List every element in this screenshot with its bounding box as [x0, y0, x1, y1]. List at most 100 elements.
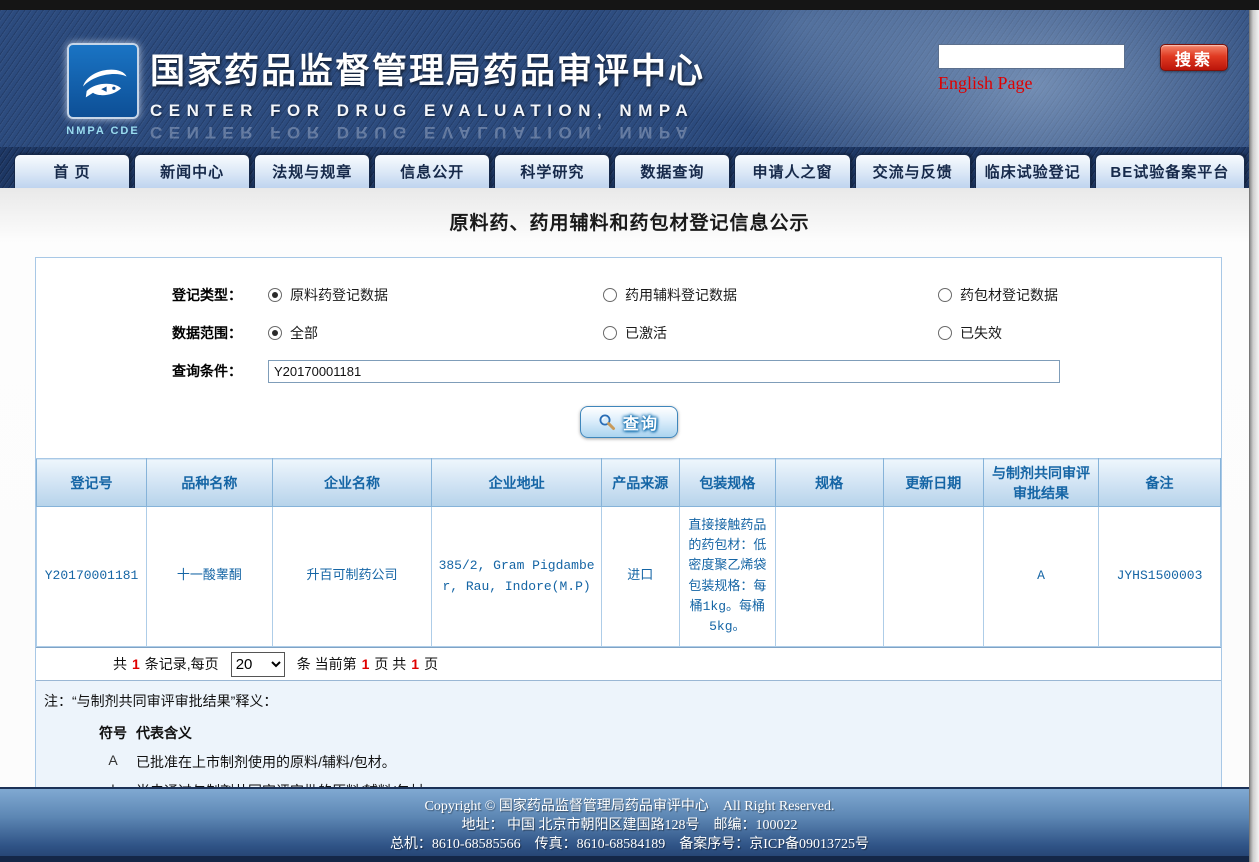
footer-address: 地址： 中国 北京市朝阳区建国路128号 邮编：100022	[0, 816, 1259, 835]
current-page: 1	[362, 656, 370, 672]
nav-tab-be-platform[interactable]: BE试验备案平台	[1095, 154, 1245, 188]
site-header: NMPA CDE 国家药品监督管理局药品审评中心 CENTER FOR DRUG…	[0, 10, 1259, 147]
fish-swoosh-icon	[74, 52, 132, 110]
header-search-button[interactable]: 搜索	[1160, 44, 1228, 71]
pagination-text: 条 当前第	[297, 654, 357, 674]
pagination-text: 页 共	[374, 654, 406, 674]
pagination-bar: 共 1 条记录,每页 20 条 当前第 1 页 共 1 页	[36, 647, 1221, 681]
col-product-name: 品种名称	[147, 459, 273, 507]
col-joint-review-result: 与制剂共同审评审批结果	[984, 459, 1099, 507]
radio-scope-activated[interactable]: 已激活	[603, 323, 938, 343]
nav-tab-applicant-window[interactable]: 申请人之窗	[734, 154, 850, 188]
col-spec: 规格	[775, 459, 883, 507]
radio-label: 已激活	[625, 323, 667, 343]
magnifier-icon	[598, 413, 616, 431]
col-registration-no: 登记号	[37, 459, 147, 507]
page: NMPA CDE 国家药品监督管理局药品审评中心 CENTER FOR DRUG…	[0, 0, 1259, 862]
pagination-text: 条记录,每页	[145, 654, 219, 674]
col-remark: 备注	[1098, 459, 1220, 507]
cell-product-source: 进口	[601, 507, 679, 647]
radio-icon[interactable]	[938, 326, 952, 340]
site-subtitle-reflection: CENTER FOR DRUG EVALUATION, NMPA	[150, 122, 790, 142]
content-area: 原料药、药用辅料和药包材登记信息公示 登记类型： 原料药登记数据 药用辅料登记数…	[0, 188, 1259, 787]
site-footer: Copyright © 国家药品监督管理局药品审评中心 All Right Re…	[0, 787, 1259, 862]
top-window-strip	[0, 0, 1259, 10]
radio-label: 药包材登记数据	[960, 285, 1058, 305]
radio-icon[interactable]	[268, 288, 282, 302]
col-product-source: 产品来源	[601, 459, 679, 507]
note-col-symbol: 符号	[90, 723, 136, 743]
cell-update-date	[883, 507, 984, 647]
query-button[interactable]: 查询	[580, 406, 678, 438]
data-scope-row: 数据范围： 全部 已激活 已失效	[36, 314, 1221, 352]
col-update-date: 更新日期	[883, 459, 984, 507]
results-table: 登记号 品种名称 企业名称 企业地址 产品来源 包装规格 规格 更新日期 与制剂…	[36, 458, 1221, 647]
nav-tab-news[interactable]: 新闻中心	[134, 154, 250, 188]
pagination-text: 页	[424, 654, 438, 674]
cell-company-name: 升百可制药公司	[272, 507, 432, 647]
nav-tab-data-query[interactable]: 数据查询	[614, 154, 730, 188]
radio-scope-all[interactable]: 全部	[268, 323, 603, 343]
radio-label: 已失效	[960, 323, 1002, 343]
cde-logo-icon	[67, 43, 139, 119]
cell-packaging-spec: 直接接触药品的药包材：低密度聚乙烯袋包装规格：每桶1kg。每桶5kg。	[679, 507, 775, 647]
radio-packaging-data[interactable]: 药包材登记数据	[938, 285, 1221, 305]
cell-registration-no: Y20170001181	[37, 507, 147, 647]
radio-label: 全部	[290, 323, 318, 343]
nav-tab-home[interactable]: 首 页	[14, 154, 130, 188]
pagination-text: 共	[113, 654, 127, 674]
col-company-address: 企业地址	[432, 459, 601, 507]
reg-type-row: 登记类型： 原料药登记数据 药用辅料登记数据 药包材登记数据	[36, 276, 1221, 314]
site-logo[interactable]: NMPA CDE	[62, 43, 144, 137]
nav-tab-regulations[interactable]: 法规与规章	[254, 154, 370, 188]
table-row: Y20170001181 十一酸睾酮 升百可制药公司 385/2, Gram P…	[37, 507, 1221, 647]
nav-tab-clinical-trial[interactable]: 临床试验登记	[975, 154, 1091, 188]
main-box: 登记类型： 原料药登记数据 药用辅料登记数据 药包材登记数据	[35, 257, 1222, 817]
note-title: 注：“与制剂共同审评审批结果”释义：	[42, 691, 1213, 711]
radio-scope-expired[interactable]: 已失效	[938, 323, 1221, 343]
total-records: 1	[132, 656, 140, 672]
site-title: 国家药品监督管理局药品审评中心	[150, 43, 790, 94]
page-title: 原料药、药用辅料和药包材登记信息公示	[0, 188, 1259, 235]
footer-contact: 总机：8610-68585566 传真：8610-68584189 备案序号：京…	[0, 835, 1259, 854]
note-meaning-a: 已批准在上市制剂使用的原料/辅料/包材。	[136, 752, 1213, 772]
radio-icon[interactable]	[603, 326, 617, 340]
main-nav: 首 页 新闻中心 法规与规章 信息公开 科学研究 数据查询 申请人之窗 交流与反…	[0, 147, 1259, 188]
cell-joint-review-result: A	[984, 507, 1099, 647]
footer-copyright: Copyright © 国家药品监督管理局药品审评中心 All Right Re…	[0, 797, 1259, 816]
table-header-row: 登记号 品种名称 企业名称 企业地址 产品来源 包装规格 规格 更新日期 与制剂…	[37, 459, 1221, 507]
radio-excipient-data[interactable]: 药用辅料登记数据	[603, 285, 938, 305]
page-size-select[interactable]: 20	[231, 652, 285, 677]
button-row: 查询	[36, 396, 1221, 454]
col-company-name: 企业名称	[272, 459, 432, 507]
query-button-label: 查询	[623, 410, 659, 434]
site-titles: 国家药品监督管理局药品审评中心 CENTER FOR DRUG EVALUATI…	[150, 43, 790, 142]
data-scope-label: 数据范围：	[36, 323, 268, 343]
radio-raw-material-data[interactable]: 原料药登记数据	[268, 285, 603, 305]
radio-icon[interactable]	[938, 288, 952, 302]
cell-company-address: 385/2, Gram Pigdamber, Rau, Indore(M.P)	[432, 507, 601, 647]
condition-label: 查询条件：	[36, 361, 268, 381]
nav-tab-feedback[interactable]: 交流与反馈	[855, 154, 971, 188]
radio-label: 原料药登记数据	[290, 285, 388, 305]
english-page-link[interactable]: English Page	[938, 73, 1033, 94]
cell-remark: JYHS1500003	[1098, 507, 1220, 647]
total-pages: 1	[411, 656, 419, 672]
cell-product-name: 十一酸睾酮	[147, 507, 273, 647]
col-packaging-spec: 包装规格	[679, 459, 775, 507]
vertical-scrollbar[interactable]	[1249, 10, 1259, 862]
note-col-meaning: 代表含义	[136, 723, 1213, 743]
condition-input[interactable]	[268, 360, 1060, 383]
site-subtitle: CENTER FOR DRUG EVALUATION, NMPA	[150, 101, 790, 121]
logo-caption: NMPA CDE	[62, 125, 144, 137]
header-search-input[interactable]	[938, 44, 1125, 69]
radio-icon[interactable]	[603, 288, 617, 302]
nav-tab-info-disclosure[interactable]: 信息公开	[374, 154, 490, 188]
query-form: 登记类型： 原料药登记数据 药用辅料登记数据 药包材登记数据	[36, 258, 1221, 396]
cell-spec	[775, 507, 883, 647]
radio-icon[interactable]	[268, 326, 282, 340]
radio-label: 药用辅料登记数据	[625, 285, 737, 305]
note-symbol-a: A	[90, 752, 136, 772]
condition-row: 查询条件：	[36, 352, 1221, 390]
nav-tab-science[interactable]: 科学研究	[494, 154, 610, 188]
